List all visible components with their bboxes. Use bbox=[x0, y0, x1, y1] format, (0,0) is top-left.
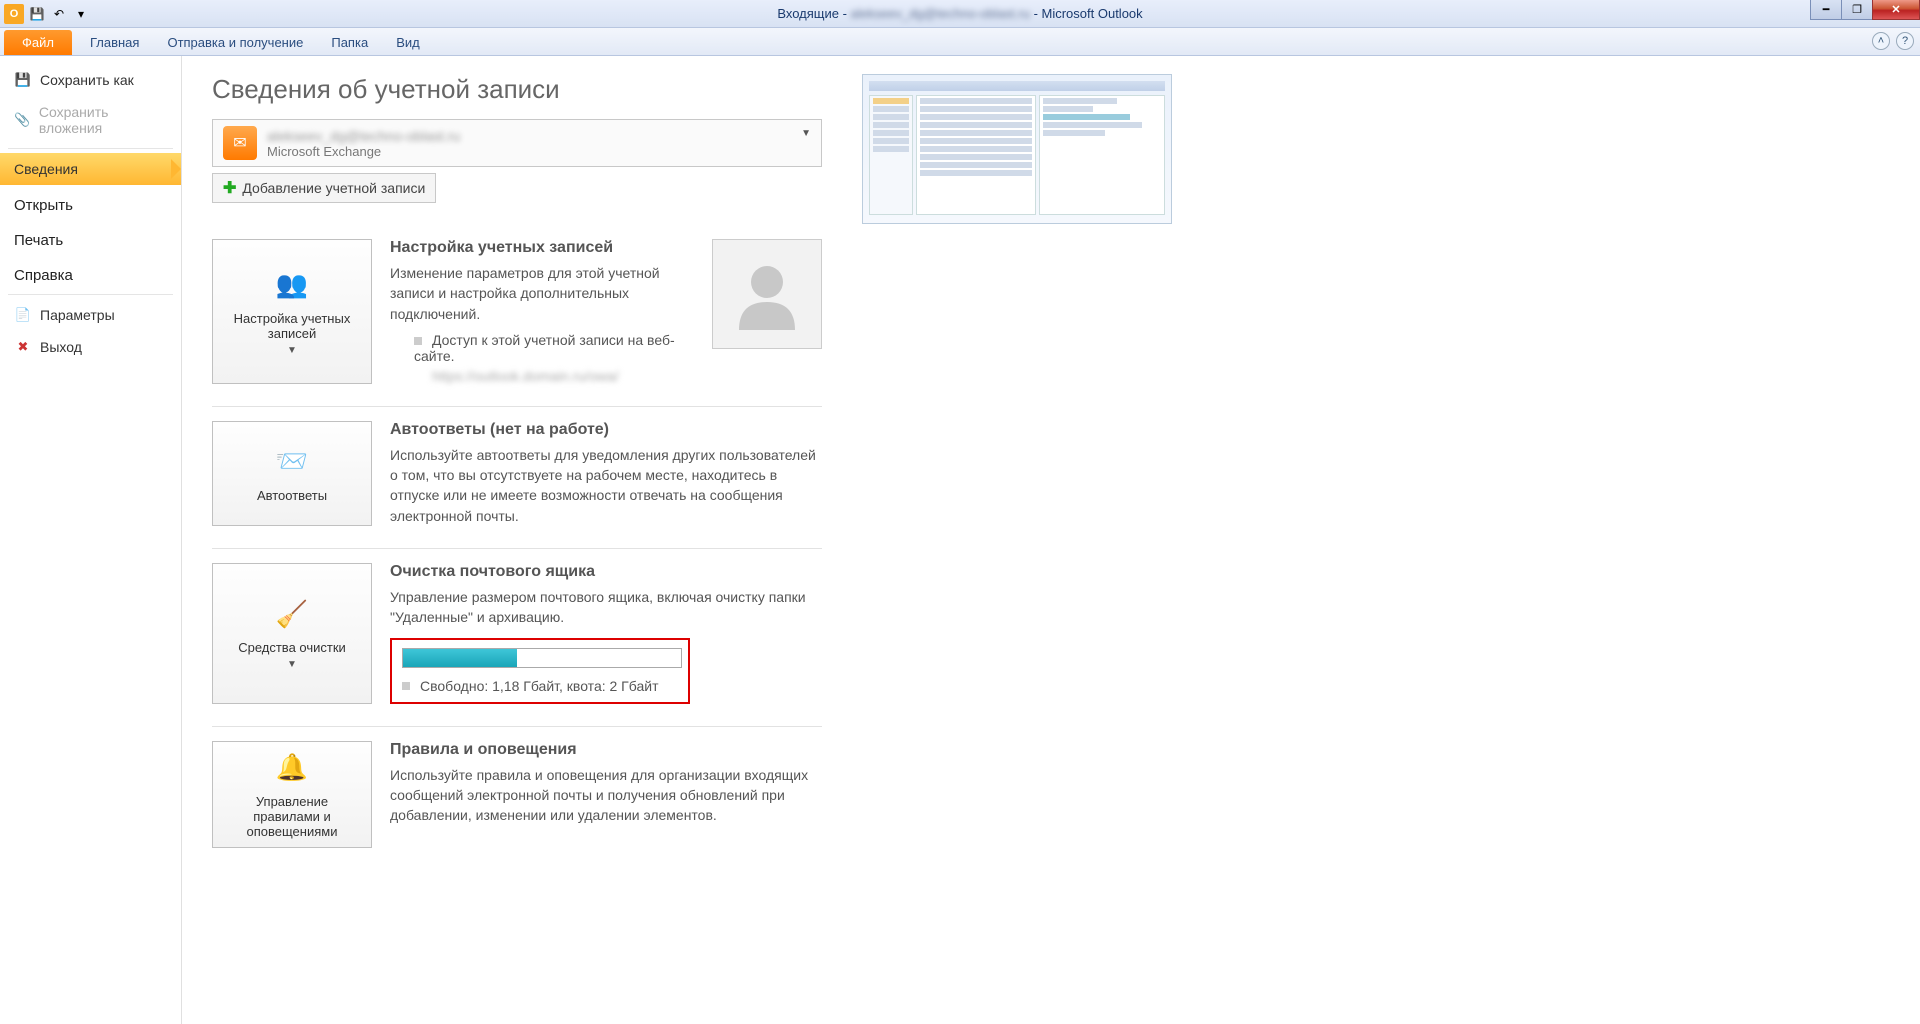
section-desc: Используйте правила и оповещения для орг… bbox=[390, 765, 822, 826]
help-icon[interactable]: ? bbox=[1896, 32, 1914, 50]
quota-text: Свободно: 1,18 Гбайт, квота: 2 Гбайт bbox=[402, 678, 678, 694]
sidebar-exit[interactable]: ✖Выход bbox=[0, 331, 181, 363]
tab-home[interactable]: Главная bbox=[76, 30, 153, 55]
web-access-info: Доступ к этой учетной записи на веб-сайт… bbox=[414, 332, 682, 384]
auto-replies-button[interactable]: 📨 Автоответы bbox=[212, 421, 372, 526]
section-cleanup: 🧹 Средства очистки ▼ Очистка почтового я… bbox=[212, 549, 822, 727]
account-selector[interactable]: ✉ alekseev_dg@techno-oblast.ru Microsoft… bbox=[212, 119, 822, 167]
section-desc: Изменение параметров для этой учетной за… bbox=[390, 263, 682, 324]
auto-reply-icon: 📨 bbox=[271, 444, 313, 480]
exchange-icon: ✉ bbox=[223, 126, 257, 160]
section-account-settings: 👥 Настройка учетных записей ▼ Настройка … bbox=[212, 225, 822, 407]
tab-send-receive[interactable]: Отправка и получение bbox=[153, 30, 317, 55]
sidebar-print[interactable]: Печать bbox=[0, 220, 181, 255]
section-desc: Управление размером почтового ящика, вкл… bbox=[390, 587, 822, 628]
backstage-content: Сведения об учетной записи ✉ alekseev_dg… bbox=[182, 56, 1920, 1024]
close-button[interactable]: ✕ bbox=[1872, 0, 1920, 20]
ribbon-minimize-icon[interactable]: ˄ bbox=[1872, 32, 1890, 50]
window-title: Входящие - alekseev_dg@techno-oblast.ru … bbox=[777, 6, 1142, 21]
sidebar-info[interactable]: Сведения bbox=[0, 153, 181, 185]
attachments-icon: 📎 bbox=[14, 112, 31, 128]
exit-icon: ✖ bbox=[14, 339, 32, 355]
window-titlebar: O 💾 ↶ ▾ Входящие - alekseev_dg@techno-ob… bbox=[0, 0, 1920, 28]
outlook-logo-icon: O bbox=[4, 4, 24, 24]
section-title: Правила и оповещения bbox=[390, 741, 822, 759]
section-title: Настройка учетных записей bbox=[390, 239, 682, 257]
section-title: Очистка почтового ящика bbox=[390, 563, 822, 581]
chevron-down-icon: ▼ bbox=[801, 128, 811, 139]
tab-file[interactable]: Файл bbox=[4, 30, 72, 55]
quota-progress-bar bbox=[402, 648, 682, 668]
save-as-icon: 💾 bbox=[14, 72, 32, 88]
section-title: Автоответы (нет на работе) bbox=[390, 421, 822, 439]
sidebar-save-as[interactable]: 💾Сохранить как bbox=[0, 64, 181, 96]
quota-highlight: Свободно: 1,18 Гбайт, квота: 2 Гбайт bbox=[390, 638, 690, 704]
options-icon: 📄 bbox=[14, 307, 32, 323]
window-controls: ━ ❐ ✕ bbox=[1811, 0, 1920, 20]
preview-thumbnail-area bbox=[862, 74, 1172, 1006]
rules-icon: 🔔 bbox=[271, 750, 313, 786]
sidebar-options[interactable]: 📄Параметры bbox=[0, 299, 181, 331]
mail-preview-thumbnail bbox=[862, 74, 1172, 224]
qat-dropdown-icon[interactable]: ▾ bbox=[72, 5, 90, 23]
account-email: alekseev_dg@techno-oblast.ru bbox=[267, 128, 460, 144]
save-icon[interactable]: 💾 bbox=[28, 5, 46, 23]
backstage-sidebar: 💾Сохранить как 📎Сохранить вложения Сведе… bbox=[0, 56, 182, 1024]
cleanup-icon: 🧹 bbox=[271, 596, 313, 632]
account-settings-button[interactable]: 👥 Настройка учетных записей ▼ bbox=[212, 239, 372, 384]
user-avatar bbox=[712, 239, 822, 349]
page-title: Сведения об учетной записи bbox=[212, 74, 822, 105]
ribbon-tabs: Файл Главная Отправка и получение Папка … bbox=[0, 28, 1920, 56]
sidebar-open[interactable]: Открыть bbox=[0, 185, 181, 220]
account-settings-icon: 👥 bbox=[271, 267, 313, 303]
add-account-button[interactable]: ✚ Добавление учетной записи bbox=[212, 173, 436, 203]
sidebar-save-attachments: 📎Сохранить вложения bbox=[0, 96, 181, 144]
tab-folder[interactable]: Папка bbox=[317, 30, 382, 55]
quota-progress-fill bbox=[403, 649, 517, 667]
chevron-down-icon: ▼ bbox=[287, 345, 297, 356]
rules-alerts-button[interactable]: 🔔 Управление правилами и оповещениями bbox=[212, 741, 372, 848]
section-auto-replies: 📨 Автоответы Автоответы (нет на работе) … bbox=[212, 407, 822, 549]
section-desc: Используйте автоответы для уведомления д… bbox=[390, 445, 822, 526]
cleanup-tools-button[interactable]: 🧹 Средства очистки ▼ bbox=[212, 563, 372, 704]
minimize-button[interactable]: ━ bbox=[1810, 0, 1842, 20]
undo-icon[interactable]: ↶ bbox=[50, 5, 68, 23]
chevron-down-icon: ▼ bbox=[287, 659, 297, 670]
plus-icon: ✚ bbox=[223, 178, 236, 198]
quick-access-toolbar: O 💾 ↶ ▾ bbox=[0, 4, 90, 24]
backstage-view: 💾Сохранить как 📎Сохранить вложения Сведе… bbox=[0, 56, 1920, 1024]
maximize-button[interactable]: ❐ bbox=[1841, 0, 1873, 20]
sidebar-help[interactable]: Справка bbox=[0, 255, 181, 290]
account-type: Microsoft Exchange bbox=[267, 144, 460, 159]
section-rules: 🔔 Управление правилами и оповещениями Пр… bbox=[212, 727, 822, 870]
tab-view[interactable]: Вид bbox=[382, 30, 434, 55]
